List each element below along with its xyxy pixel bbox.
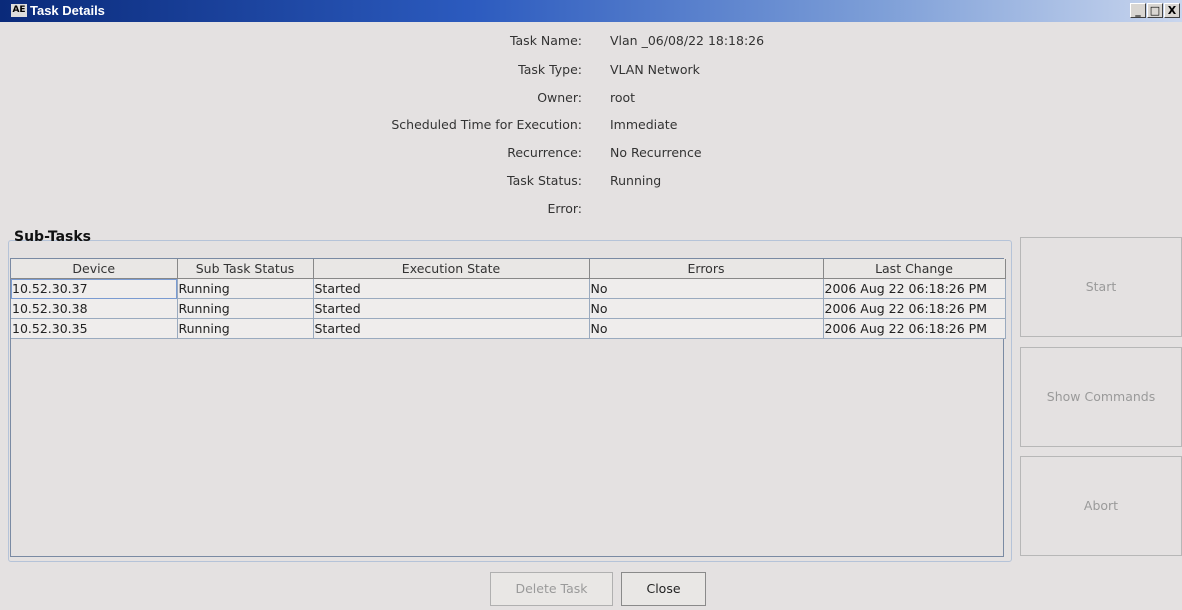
owner-value: root bbox=[610, 90, 636, 105]
table-header-row: Device Sub Task Status Execution State E… bbox=[11, 259, 1006, 279]
column-header-last-change[interactable]: Last Change bbox=[823, 259, 1006, 279]
column-header-errors[interactable]: Errors bbox=[589, 259, 824, 279]
cell-execution-state[interactable]: Started bbox=[313, 298, 590, 319]
minimize-button[interactable]: _ bbox=[1130, 3, 1146, 18]
cell-execution-state[interactable]: Started bbox=[313, 278, 590, 299]
app-logo-icon: AE bbox=[11, 4, 27, 17]
close-button[interactable]: Close bbox=[621, 572, 706, 606]
column-header-execution-state[interactable]: Execution State bbox=[313, 259, 590, 279]
task-type-value: VLAN Network bbox=[610, 62, 700, 77]
scheduled-time-label: Scheduled Time for Execution: bbox=[391, 117, 582, 132]
cell-sub-task-status[interactable]: Running bbox=[177, 318, 314, 339]
error-label: Error: bbox=[547, 201, 582, 216]
cell-device[interactable]: 10.52.30.38 bbox=[11, 298, 178, 319]
cell-errors[interactable]: No bbox=[589, 298, 824, 319]
abort-button[interactable]: Abort bbox=[1020, 456, 1182, 556]
show-commands-button[interactable]: Show Commands bbox=[1020, 347, 1182, 447]
cell-device[interactable]: 10.52.30.35 bbox=[11, 318, 178, 339]
cell-last-change[interactable]: 2006 Aug 22 06:18:26 PM bbox=[823, 278, 1006, 299]
scheduled-time-value: Immediate bbox=[610, 117, 678, 132]
table-row[interactable]: 10.52.30.38 Running Started No 2006 Aug … bbox=[11, 298, 1006, 319]
cell-sub-task-status[interactable]: Running bbox=[177, 278, 314, 299]
title-bar: AE Task Details _ □ X bbox=[0, 0, 1182, 22]
cell-device[interactable]: 10.52.30.37 bbox=[11, 278, 178, 299]
delete-task-button[interactable]: Delete Task bbox=[490, 572, 613, 606]
cell-errors[interactable]: No bbox=[589, 278, 824, 299]
task-status-value: Running bbox=[610, 173, 662, 188]
task-name-value: Vlan _06/08/22 18:18:26 bbox=[610, 33, 765, 48]
cell-last-change[interactable]: 2006 Aug 22 06:18:26 PM bbox=[823, 318, 1006, 339]
window-title: Task Details bbox=[30, 3, 105, 18]
cell-sub-task-status[interactable]: Running bbox=[177, 298, 314, 319]
subtasks-table[interactable]: Device Sub Task Status Execution State E… bbox=[10, 258, 1006, 557]
close-window-button[interactable]: X bbox=[1164, 3, 1180, 18]
owner-label: Owner: bbox=[537, 90, 582, 105]
recurrence-label: Recurrence: bbox=[507, 145, 582, 160]
cell-errors[interactable]: No bbox=[589, 318, 824, 339]
start-button[interactable]: Start bbox=[1020, 237, 1182, 337]
column-header-device[interactable]: Device bbox=[11, 259, 178, 279]
cell-last-change[interactable]: 2006 Aug 22 06:18:26 PM bbox=[823, 298, 1006, 319]
task-name-label: Task Name: bbox=[509, 33, 582, 48]
task-type-label: Task Type: bbox=[518, 62, 582, 77]
subtasks-title: Sub-Tasks bbox=[14, 229, 91, 245]
table-row[interactable]: 10.52.30.35 Running Started No 2006 Aug … bbox=[11, 318, 1006, 339]
cell-execution-state[interactable]: Started bbox=[313, 318, 590, 339]
maximize-button[interactable]: □ bbox=[1147, 3, 1163, 18]
table-row[interactable]: 10.52.30.37 Running Started No 2006 Aug … bbox=[11, 278, 1006, 299]
recurrence-value: No Recurrence bbox=[610, 145, 702, 160]
task-status-label: Task Status: bbox=[507, 173, 582, 188]
column-header-sub-task-status[interactable]: Sub Task Status bbox=[177, 259, 314, 279]
